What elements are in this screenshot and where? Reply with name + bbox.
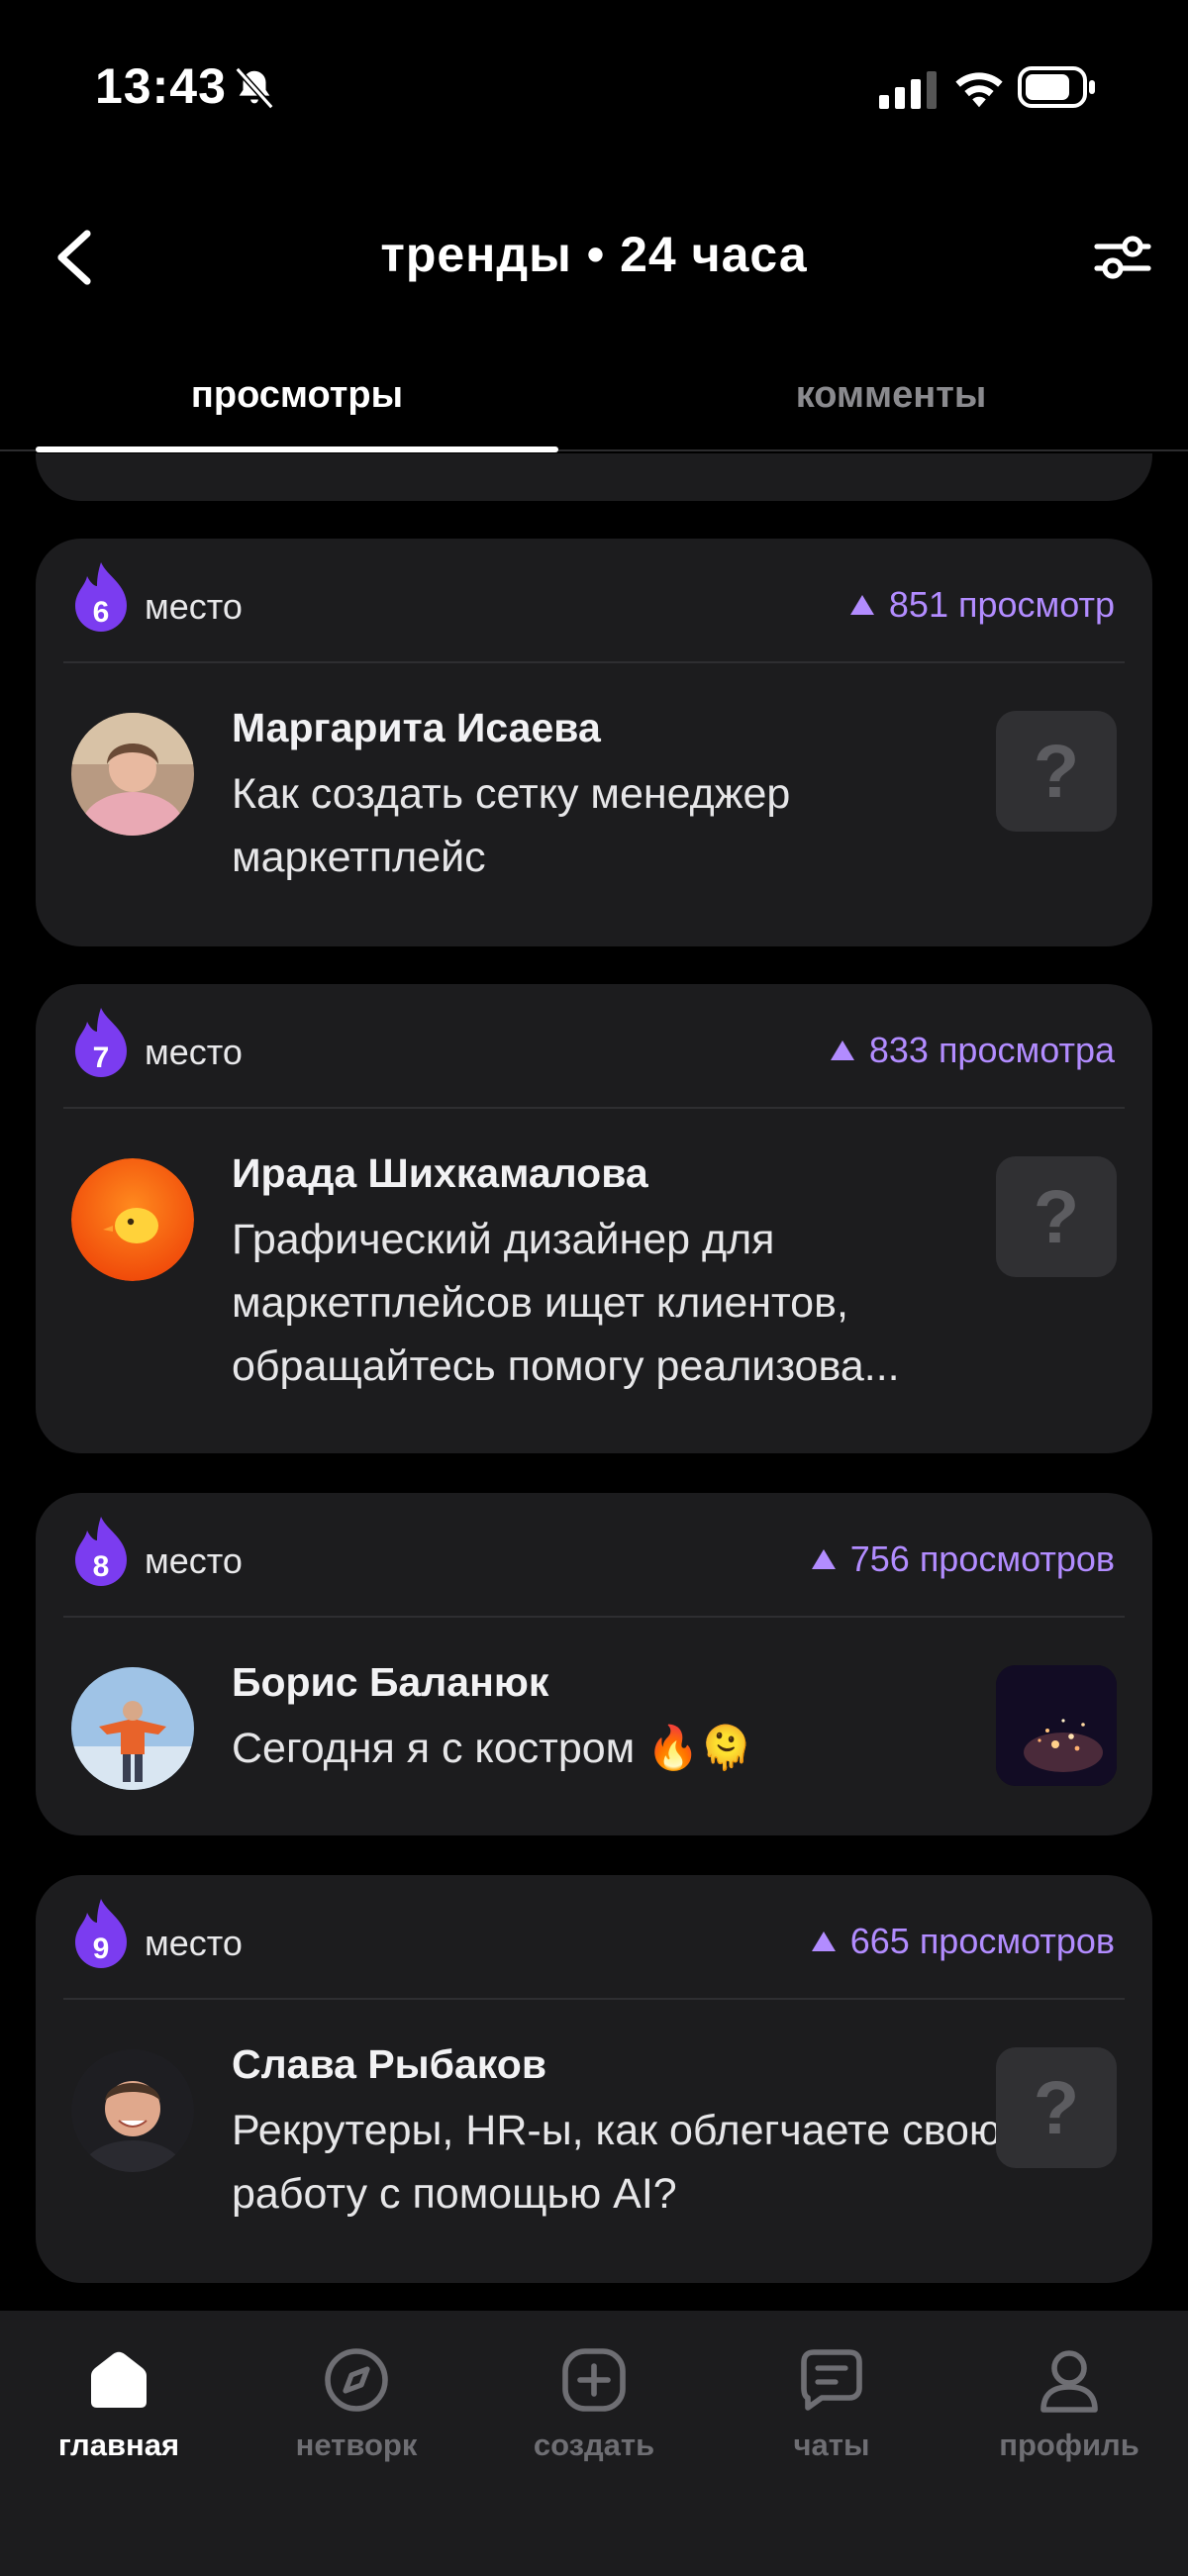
card-header: 8 место 756 просмотров [36, 1493, 1152, 1616]
views-text: 851 просмотр [888, 584, 1115, 625]
post-text[interactable]: Графический дизайнер для маркетплейсов и… [232, 1208, 1004, 1398]
rank-label: место [145, 1923, 243, 1963]
trend-up-icon [830, 1040, 854, 1060]
views-count: 665 просмотров [811, 1921, 1115, 1962]
trend-card[interactable]: 7 место 833 просмотра Ирада Шихкамалова … [36, 984, 1152, 1453]
rank-number: 8 [93, 1550, 110, 1583]
avatar-photo [71, 713, 194, 836]
avatar[interactable] [71, 713, 194, 836]
profile-icon [1040, 2350, 1098, 2413]
avatar[interactable] [71, 1667, 194, 1790]
battery-icon [1018, 66, 1095, 108]
post-thumbnail[interactable]: ? [996, 2047, 1117, 2168]
divider [63, 1998, 1125, 2000]
author-name[interactable]: Борис Баланюк [232, 1659, 548, 1706]
nav-label: чаты [793, 2427, 870, 2462]
trends-feed[interactable]: 6 место 851 просмотр Маргарита Исаева Ка… [0, 453, 1188, 2311]
compass-icon [325, 2348, 388, 2412]
screen: 13:43 тренды • 24 часа просмотры коммент… [0, 0, 1188, 2576]
placeholder-question-icon: ? [1033, 729, 1080, 814]
flame-rank-badge: 7 [75, 1008, 127, 1077]
rank-label: место [145, 1540, 243, 1581]
nav-profile[interactable]: профиль [950, 2311, 1188, 2509]
post-thumbnail[interactable] [996, 1665, 1117, 1786]
avatar-photo [71, 1667, 194, 1790]
divider [63, 1107, 1125, 1109]
previous-card[interactable] [36, 453, 1152, 501]
signal-icon [879, 71, 937, 109]
tabs: просмотры комменты [0, 356, 1188, 452]
views-text: 665 просмотров [849, 1921, 1115, 1961]
rank-number: 6 [93, 596, 110, 629]
trend-card[interactable]: 8 место 756 просмотров Борис Баланюк Сег… [36, 1493, 1152, 1835]
bottom-nav: главная нетворк создать чаты профиль [0, 2311, 1188, 2576]
rank-label: место [145, 1032, 243, 1072]
trend-card[interactable]: 6 место 851 просмотр Маргарита Исаева Ка… [36, 539, 1152, 946]
avatar-photo [71, 2049, 194, 2172]
campfire-photo [996, 1665, 1117, 1786]
author-name[interactable]: Слава Рыбаков [232, 2041, 546, 2088]
trend-card[interactable]: 9 место 665 просмотров Слава Рыбаков Рек… [36, 1875, 1152, 2283]
home-icon [91, 2351, 147, 2408]
wifi-icon [955, 72, 1003, 108]
nav-network[interactable]: нетворк [238, 2311, 475, 2509]
bell-muted-icon [235, 66, 274, 110]
header: тренды • 24 часа [0, 188, 1188, 327]
nav-home[interactable]: главная [0, 2311, 238, 2509]
placeholder-question-icon: ? [1033, 2065, 1080, 2150]
post-text[interactable]: Как создать сетку менеджер маркетплейс [232, 762, 1004, 889]
card-header: 9 место 665 просмотров [36, 1875, 1152, 1998]
nav-create[interactable]: создать [475, 2311, 713, 2509]
avatar[interactable] [71, 2049, 194, 2172]
status-bar: 13:43 [0, 0, 1188, 178]
trend-up-icon [849, 595, 874, 615]
avatar[interactable] [71, 1158, 194, 1281]
status-time: 13:43 [95, 58, 227, 114]
views-text: 756 просмотров [849, 1538, 1115, 1579]
plus-square-icon [562, 2348, 626, 2412]
tab-comments[interactable]: комменты [630, 374, 1152, 434]
placeholder-question-icon: ? [1033, 1174, 1080, 1259]
nav-label: главная [57, 2427, 180, 2462]
flame-rank-badge: 8 [75, 1517, 127, 1586]
trend-up-icon [811, 1549, 836, 1569]
post-text[interactable]: Сегодня я с костром 🔥🫠 [232, 1717, 1004, 1780]
flame-rank-badge: 6 [75, 562, 127, 632]
nav-label: нетворк [295, 2427, 418, 2462]
views-count: 756 просмотров [811, 1538, 1115, 1580]
page-title: тренды • 24 часа [380, 227, 808, 282]
rank-number: 7 [93, 1041, 110, 1074]
tab-views[interactable]: просмотры [36, 374, 558, 434]
avatar-chick-illustration [71, 1158, 194, 1281]
rank-label: место [145, 586, 243, 627]
chat-icon [801, 2349, 862, 2411]
divider [63, 1616, 1125, 1618]
flame-rank-badge: 9 [75, 1899, 127, 1968]
active-tab-indicator [36, 446, 558, 452]
rank-number: 9 [93, 1932, 110, 1965]
views-count: 833 просмотра [830, 1030, 1115, 1071]
author-name[interactable]: Ирада Шихкамалова [232, 1150, 648, 1197]
post-thumbnail[interactable]: ? [996, 711, 1117, 832]
author-name[interactable]: Маргарита Исаева [232, 705, 601, 751]
nav-label: профиль [999, 2427, 1139, 2462]
post-text[interactable]: Рекрутеры, HR-ы, как облегчаете свою раб… [232, 2099, 1004, 2226]
nav-label: создать [533, 2427, 655, 2462]
nav-chats[interactable]: чаты [713, 2311, 950, 2509]
views-count: 851 просмотр [849, 584, 1115, 626]
divider [63, 661, 1125, 663]
filter-button[interactable] [1085, 220, 1160, 295]
card-header: 7 место 833 просмотра [36, 984, 1152, 1107]
trend-up-icon [811, 1932, 836, 1951]
post-thumbnail[interactable]: ? [996, 1156, 1117, 1277]
card-header: 6 место 851 просмотр [36, 539, 1152, 661]
views-text: 833 просмотра [868, 1030, 1115, 1070]
sliders-icon [1094, 236, 1151, 279]
